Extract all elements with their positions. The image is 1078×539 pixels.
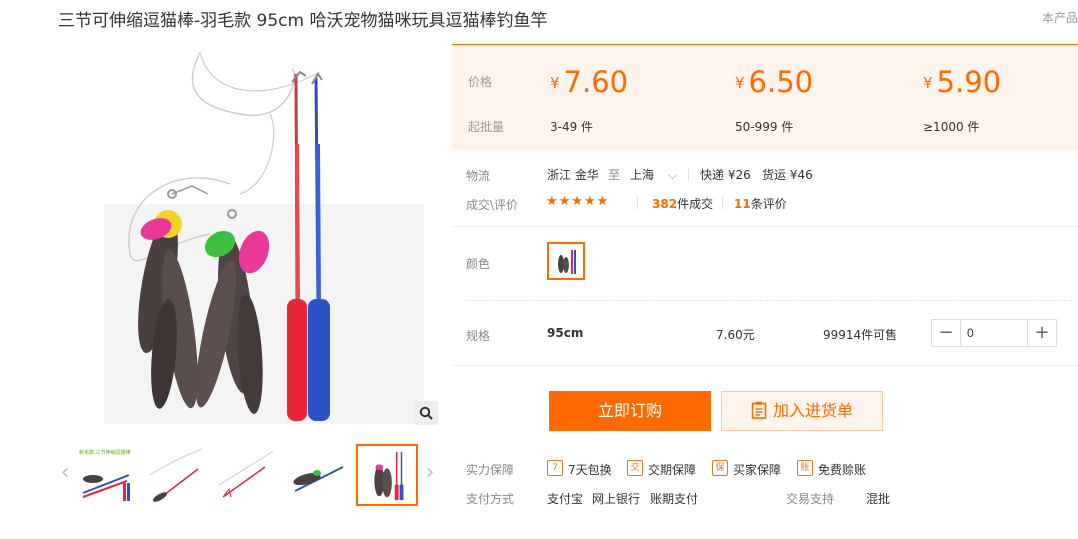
payment-method: 网上银行: [592, 492, 641, 506]
chevron-down-icon: ⌵: [667, 168, 677, 182]
divider: [722, 197, 723, 209]
divider: [637, 197, 638, 209]
moq-tier-3: ≥1000 件: [923, 120, 980, 134]
price-value: 6.50: [748, 65, 814, 99]
deals-suffix: 件成交: [677, 197, 714, 211]
thumb1-caption: 新毛款 三节伸缩逗猫棒: [79, 449, 131, 456]
logistics-to-word: 至: [608, 168, 621, 182]
moq-tier-1: 3-49 件: [550, 120, 594, 134]
thumbnail-4[interactable]: [286, 444, 348, 506]
guarantee-item[interactable]: 买家保障: [733, 461, 781, 478]
currency-symbol: ¥: [735, 74, 745, 92]
magnifier-icon: [419, 406, 433, 420]
guarantee-label: 实力保障: [466, 463, 515, 477]
logistics-destination-select[interactable]: 上海 ⌵: [630, 166, 677, 183]
guarantee-item[interactable]: 7天包换: [568, 461, 612, 478]
quantity-stepper[interactable]: − +: [931, 319, 1057, 347]
express-fee: 快递 ¥26: [700, 168, 751, 182]
main-product-image[interactable]: [60, 44, 440, 429]
payment-method: 账期支付: [650, 492, 699, 506]
trade-support-value: 混批: [866, 492, 891, 506]
deals-count-link[interactable]: 382件成交: [652, 195, 713, 212]
reviews-count-link[interactable]: 11条评价: [734, 195, 787, 212]
thumbnail-2-image: [149, 448, 203, 502]
trade-support-label: 交易支持: [786, 492, 835, 506]
deals-label: 成交\评价: [466, 198, 519, 212]
guarantee-item[interactable]: 免费赊账: [818, 461, 866, 478]
reviews-suffix: 条评价: [750, 197, 787, 211]
thumbnail-3[interactable]: [214, 444, 276, 506]
logistics-destination: 上海: [630, 168, 655, 182]
moq-label: 起批量: [468, 120, 505, 134]
price-tier-2: ¥6.50: [735, 65, 813, 99]
thumb-prev-arrow-icon[interactable]: ‹: [58, 458, 72, 488]
guarantee-item[interactable]: 交期保障: [648, 461, 696, 478]
color-label: 颜色: [466, 257, 491, 271]
payment-method: 支付宝: [547, 492, 584, 506]
clipboard-icon: [751, 395, 767, 433]
thumbnail-1[interactable]: 新毛款 三节伸缩逗猫棒: [76, 444, 138, 506]
thumbnail-4-image: [293, 466, 344, 492]
price-tier-1: ¥7.60: [550, 65, 628, 99]
price-value: 7.60: [563, 65, 629, 99]
moq-tier-2: 50-999 件: [735, 120, 794, 134]
logistics-label: 物流: [466, 169, 491, 183]
thumbnail-2[interactable]: [145, 444, 207, 506]
currency-symbol: ¥: [923, 74, 933, 92]
zoom-button[interactable]: [414, 401, 438, 425]
divider: [688, 169, 689, 181]
increment-button[interactable]: +: [1028, 320, 1056, 346]
deals-count: 382: [652, 197, 678, 211]
add-to-cart-button[interactable]: 加入进货单: [721, 391, 883, 431]
buyer-protection-icon: 保: [712, 460, 728, 476]
spec-label: 规格: [466, 329, 491, 343]
divider: [452, 226, 1078, 227]
thumbnail-5-image: [374, 451, 404, 501]
color-swatch-image: [558, 250, 576, 274]
decrement-button[interactable]: −: [932, 320, 960, 346]
quantity-input[interactable]: [960, 320, 1028, 346]
cat-teaser-illustration: [104, 51, 424, 424]
order-now-button[interactable]: 立即订购: [549, 391, 711, 431]
price-value: 5.90: [936, 65, 1002, 99]
reviews-count: 11: [734, 197, 751, 211]
delivery-guarantee-icon: 交: [627, 460, 643, 476]
free-credit-icon: 账: [797, 460, 813, 476]
add-to-cart-label: 加入进货单: [772, 401, 853, 420]
thumbnail-1-image: 新毛款 三节伸缩逗猫棒: [79, 449, 131, 501]
divider: [466, 300, 1072, 301]
thumbnail-3-image: [218, 450, 274, 498]
price-label: 价格: [468, 75, 493, 89]
rating-stars: ★★★★★: [546, 194, 610, 209]
logistics-from: 浙江 金华: [547, 168, 599, 182]
divider: [452, 365, 1078, 366]
spec-stock: 99914件可售: [823, 328, 898, 342]
corner-note: 本产品: [1041, 11, 1078, 25]
price-tier-3: ¥5.90: [923, 65, 1001, 99]
spec-name: 95cm: [547, 326, 584, 340]
thumbnail-5[interactable]: [356, 444, 418, 506]
price-panel: 价格 起批量 ¥7.60 ¥6.50 ¥5.90 3-49 件 50-999 件…: [452, 44, 1078, 150]
thumb-next-arrow-icon[interactable]: ›: [423, 458, 437, 488]
currency-symbol: ¥: [550, 74, 560, 92]
product-title: 三节可伸缩逗猫棒-羽毛款 95cm 哈沃宠物猫咪玩具逗猫棒钓鱼竿: [58, 11, 548, 31]
payment-label: 支付方式: [466, 492, 515, 506]
color-option-swatch[interactable]: [547, 242, 585, 280]
spec-price: 7.60元: [716, 328, 755, 342]
freight-fee: 货运 ¥46: [762, 168, 813, 182]
seven-day-exchange-icon: 7: [547, 460, 563, 476]
